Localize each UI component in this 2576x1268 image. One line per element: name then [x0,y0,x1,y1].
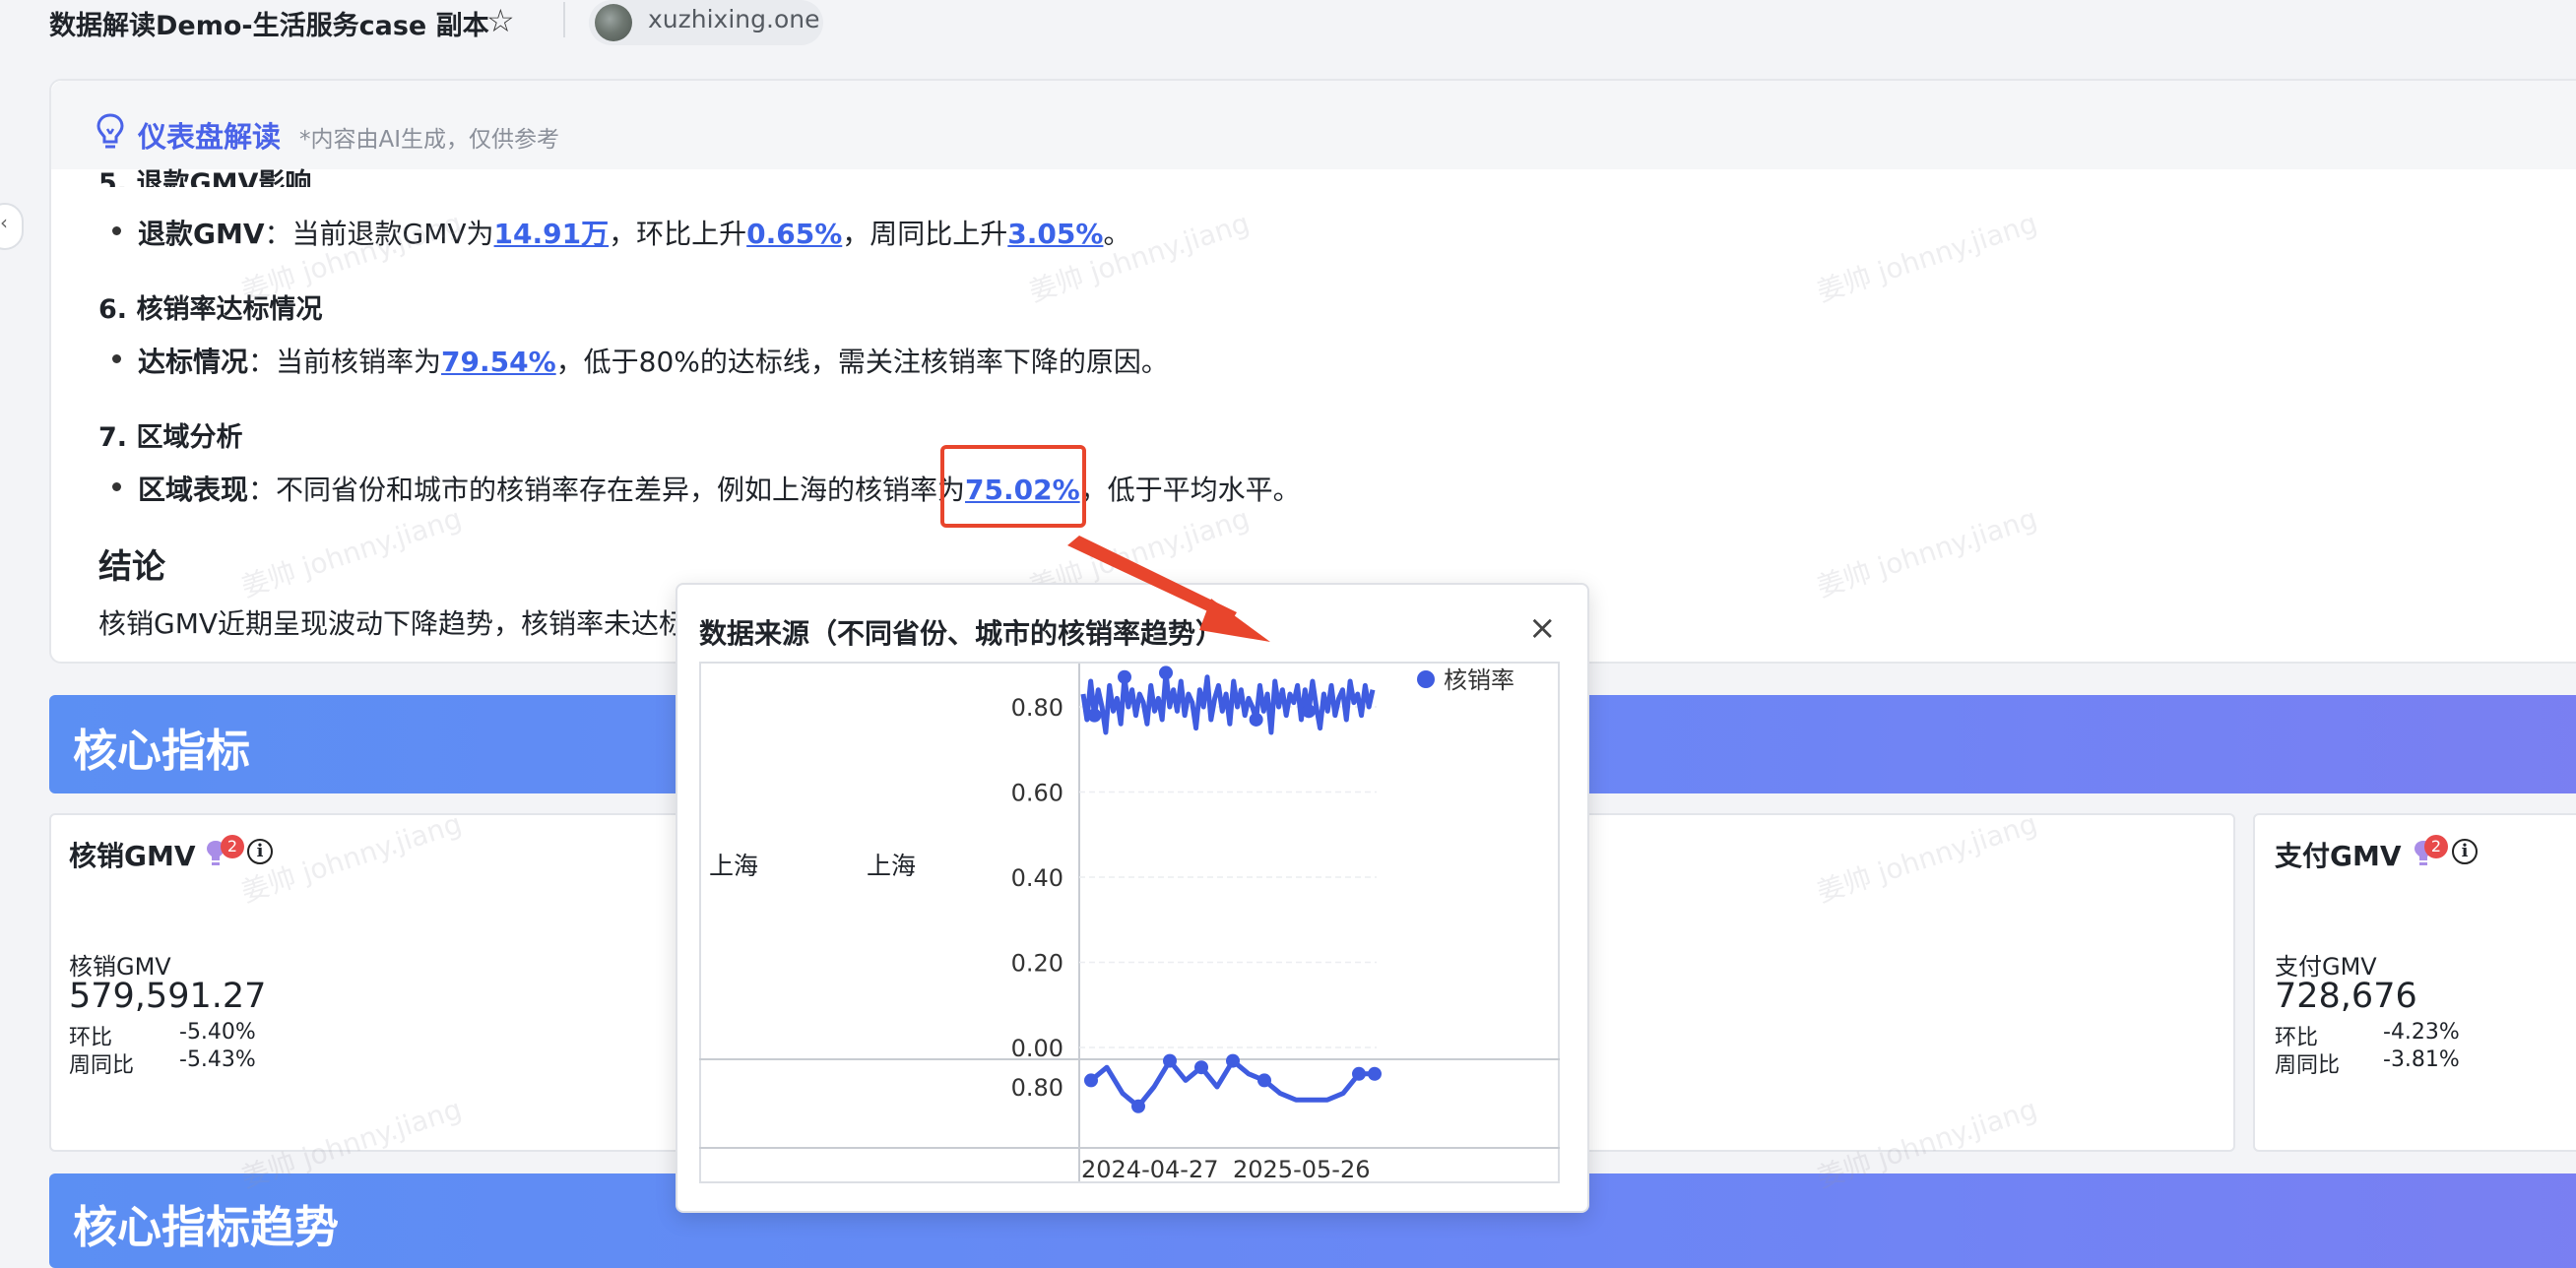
refund-mom-link[interactable]: 0.65% [746,218,842,250]
wow-value: -3.81% [2383,1047,2460,1072]
interpretation-title: 仪表盘解读 [138,120,282,154]
refund-value-link[interactable]: 14.91万 [494,218,610,250]
data-point [1163,1053,1177,1068]
text: 。 [1103,218,1131,250]
metric-value: 728,676 [2275,977,2417,1016]
data-point [1087,708,1102,723]
rate-line: 达标情况：当前核销率为79.54%，低于80%的达标线，需关注核销率下降的原因。 [138,341,1169,380]
data-point [1368,1066,1382,1081]
text: ，周同比上升 [842,218,1008,250]
metric-title: 核销GMV [69,840,196,872]
data-point [1118,669,1131,684]
rate-value-link[interactable]: 79.54% [441,346,556,378]
x-tick-label: 2025-05-26 [1233,1156,1370,1183]
annotation-arrow [1067,536,1270,642]
y-tick-label: 0.80 [1011,694,1063,722]
wow-label: 周同比 [69,1053,135,1078]
data-point [1302,704,1317,719]
legend-marker [1417,670,1435,688]
wow-value: -5.43% [179,1047,256,1072]
bullet-dot [112,354,121,363]
data-point [1257,1073,1271,1088]
refund-label: 退款GMV [138,218,265,250]
metric-title: 支付GMV [2275,840,2402,872]
data-point [1249,712,1263,727]
text: ：不同省份和城市的核销率存在差异，例如上海的核销率为 [248,474,966,506]
data-point [1352,1066,1366,1081]
document-title: 数据解读Demo-生活服务case 副本 [49,11,489,41]
highlight-box [940,445,1086,528]
notification-badge: 2 [2424,835,2448,858]
x-tick-label: 2024-04-27 [1081,1156,1218,1183]
mom-value: -4.23% [2383,1020,2460,1045]
y-tick-label: 0.40 [1011,864,1063,892]
star-icon[interactable]: ☆ [486,2,515,39]
region-label: 区域表现 [138,474,249,506]
info-icon[interactable]: i [2452,839,2478,864]
mom-value: -5.40% [179,1020,256,1045]
text: ：当前核销率为 [248,346,442,378]
wow-label: 周同比 [2275,1053,2341,1078]
refund-wow-link[interactable]: 3.05% [1007,218,1103,250]
refund-line: 退款GMV：当前退款GMV为14.91万，环比上升0.65%，周同比上升3.05… [138,213,1130,252]
text: ，环比上升 [609,218,747,250]
text: ：当前退款GMV为 [264,218,494,250]
trend-title: 核心指标趋势 [73,1201,340,1253]
rate-trend-chart: 0.80 0.60 0.40 0.20 0.00 0.80 2024-04-27 2025-0… [699,664,1560,1183]
notification-badge: 2 [221,835,244,858]
section-title-refund: 5. 退款GMV影响 [98,168,312,187]
text: ，低于平均水平。 [1079,474,1301,506]
y-tick-label: 0.00 [1011,1035,1063,1062]
close-icon[interactable]: × [1528,608,1557,648]
section-title-region: 7. 区域分析 [98,422,243,453]
data-point [1084,1073,1098,1088]
metric-value: 579,591.27 [69,977,267,1016]
rate-label: 达标情况 [138,346,249,378]
lightbulb-icon [97,113,124,149]
section-title-rate: 6. 核销率达标情况 [98,294,323,325]
conclusion-text: 核销GMV近期呈现波动下降趋势，核销率未达标 [98,607,687,640]
y-tick-label: 0.20 [1011,950,1063,978]
interpretation-note: *内容由AI生成，仅供参考 [299,127,560,153]
text: ，低于80%的达标线，需关注核销率下降的原因。 [555,346,1169,378]
bullet-dot [112,482,121,491]
data-point [1131,1099,1145,1113]
conclusion-title: 结论 [98,547,165,587]
legend-label: 核销率 [1444,666,1514,694]
chevron-left-icon[interactable]: ‹ [0,211,8,234]
region-line: 区域表现：不同省份和城市的核销率存在差异，例如上海的核销率为75.02%，低于平… [138,469,1301,508]
info-icon[interactable]: i [247,839,273,864]
divider [563,2,565,37]
data-point [1226,1053,1240,1068]
avatar[interactable] [595,4,632,41]
bullet-dot [112,226,121,235]
core-metrics-title: 核心指标 [73,725,251,777]
y-tick-label: 0.80 [1011,1074,1063,1102]
data-point [1194,1060,1208,1075]
user-name[interactable]: xuzhixing.one [648,5,819,33]
y-tick-label: 0.60 [1011,780,1063,807]
